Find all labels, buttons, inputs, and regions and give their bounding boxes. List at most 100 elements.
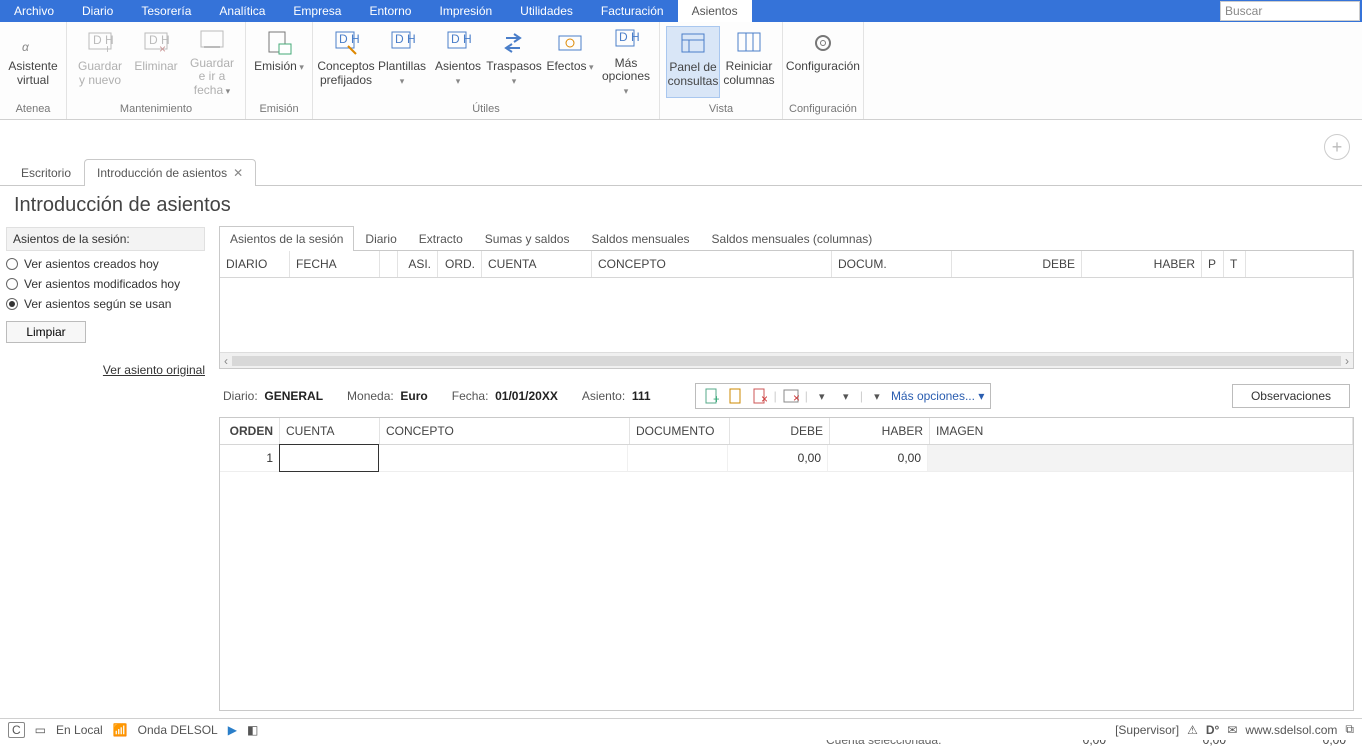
svg-text:D H: D H <box>395 32 416 46</box>
more-options-link[interactable]: Más opciones... ▾ <box>891 389 984 403</box>
subtab-extracto[interactable]: Extracto <box>408 226 474 251</box>
observations-button[interactable]: Observaciones <box>1232 384 1350 408</box>
view-original-link[interactable]: Ver asiento original <box>103 363 205 377</box>
cuenta-input[interactable] <box>279 444 379 472</box>
menu-entorno[interactable]: Entorno <box>355 0 425 22</box>
traspasos-button[interactable]: Traspasos <box>487 26 541 98</box>
conceptos-button[interactable]: D HConceptos prefijados <box>319 26 373 98</box>
sub-tabs: Asientos de la sesión Diario Extracto Su… <box>219 225 1354 251</box>
svg-text:D H: D H <box>619 30 640 44</box>
svg-text:×: × <box>761 392 767 404</box>
doc-del-icon[interactable]: × <box>750 387 770 405</box>
panel-consultas-button[interactable]: Panel de consultas <box>666 26 720 98</box>
menu-facturacion[interactable]: Facturación <box>587 0 678 22</box>
radio-created-today[interactable]: Ver asientos creados hoy <box>6 257 205 271</box>
alpha-icon: α <box>16 28 50 58</box>
group-atenea: Atenea <box>16 103 51 119</box>
subtab-saldos[interactable]: Saldos mensuales <box>580 226 700 251</box>
group-utiles: Útiles <box>472 103 500 119</box>
doc-edit-icon[interactable] <box>726 387 746 405</box>
wifi-icon[interactable]: 📶 <box>113 723 128 737</box>
status-onda: Onda DELSOL <box>138 723 218 737</box>
chart-icon[interactable]: ◧ <box>247 723 258 737</box>
entry-row[interactable]: 1 0,00 0,00 <box>220 445 1353 472</box>
menu-diario[interactable]: Diario <box>68 0 127 22</box>
subtab-sumas[interactable]: Sumas y saldos <box>474 226 581 251</box>
svg-text:D H: D H <box>339 32 360 46</box>
status-local: En Local <box>56 723 103 737</box>
menu-empresa[interactable]: Empresa <box>279 0 355 22</box>
monitor-icon[interactable]: ▭ <box>35 723 46 737</box>
template-icon: D H <box>385 28 419 58</box>
left-panel: Asientos de la sesión: Ver asientos crea… <box>0 221 215 753</box>
play-icon[interactable]: ▶ <box>228 723 237 737</box>
efectos-icon <box>553 28 587 58</box>
print-doc-icon <box>262 28 296 58</box>
svg-text:α: α <box>22 40 30 54</box>
c-icon[interactable]: C <box>8 722 25 738</box>
copy-icon[interactable]: ⧉ <box>1345 722 1354 737</box>
gear-icon <box>806 28 840 58</box>
menu-bar: Archivo Diario Tesorería Analítica Empre… <box>0 0 1362 22</box>
subtab-sesion[interactable]: Asientos de la sesión <box>219 226 354 251</box>
grid-del-icon[interactable]: × <box>781 387 801 405</box>
radio-as-used[interactable]: Ver asientos según se usan <box>6 297 205 311</box>
save-goto-button[interactable]: Guardar e ir a fecha <box>185 26 239 98</box>
menu-asientos[interactable]: Asientos <box>678 0 752 22</box>
close-tab-icon[interactable]: ✕ <box>233 166 243 180</box>
warn-icon[interactable]: ⚠ <box>1187 723 1198 737</box>
delete-icon: D H× <box>139 28 173 58</box>
efectos-button[interactable]: Efectos <box>543 26 597 98</box>
save-plus-icon: D H+ <box>83 28 117 58</box>
asientos-button[interactable]: D HAsientos <box>431 26 485 98</box>
emision-button[interactable]: Emisión <box>252 26 306 98</box>
svg-text:+: + <box>104 42 111 55</box>
status-supervisor: [Supervisor] <box>1115 723 1179 737</box>
entry-info-row: Diario: GENERAL Moneda: Euro Fecha: 01/0… <box>219 369 1354 417</box>
more-options-button[interactable]: D HMás opciones <box>599 26 653 98</box>
assistant-button[interactable]: αAsistente virtual <box>6 26 60 98</box>
group-config: Configuración <box>789 103 857 119</box>
mail-icon[interactable]: ✉ <box>1227 723 1237 737</box>
group-emision: Emisión <box>259 103 298 119</box>
save-new-button[interactable]: D H+Guardar y nuevo <box>73 26 127 98</box>
add-tab-button[interactable]: + <box>1324 134 1350 160</box>
reset-columns-button[interactable]: Reiniciar columnas <box>722 26 776 98</box>
save-goto-icon <box>195 28 229 55</box>
plantillas-button[interactable]: D HPlantillas <box>375 26 429 98</box>
menu-impresion[interactable]: Impresión <box>425 0 506 22</box>
entry-toolbar: + × | × | ▾ ▾ | ▾ Más opciones... ▾ <box>695 383 992 409</box>
left-header: Asientos de la sesión: <box>6 227 205 251</box>
entry-grid[interactable]: ORDEN CUENTA CONCEPTO DOCUMENTO DEBE HAB… <box>219 417 1354 711</box>
tab-introduccion[interactable]: Introducción de asientos✕ <box>84 159 256 186</box>
config-button[interactable]: Configuración <box>796 26 850 98</box>
grid2-header: ORDEN CUENTA CONCEPTO DOCUMENTO DEBE HAB… <box>220 418 1353 445</box>
menu-tesoreria[interactable]: Tesorería <box>127 0 205 22</box>
svg-text:×: × <box>159 42 166 55</box>
tool-b-icon[interactable]: ▾ <box>836 387 856 405</box>
ribbon: αAsistente virtual Atenea D H+Guardar y … <box>0 22 1362 120</box>
clear-button[interactable]: Limpiar <box>6 321 86 343</box>
subtab-diario[interactable]: Diario <box>354 226 407 251</box>
columns-icon <box>732 28 766 58</box>
doc-pencil-icon: D H <box>329 28 363 58</box>
grid1-scrollbar[interactable]: ‹› <box>220 352 1353 368</box>
delete-button[interactable]: D H×Eliminar <box>129 26 183 98</box>
tool-a-icon[interactable]: ▾ <box>812 387 832 405</box>
tool-c-icon[interactable]: ▾ <box>867 387 887 405</box>
tab-escritorio[interactable]: Escritorio <box>8 159 84 186</box>
search-input[interactable]: Buscar <box>1220 1 1360 21</box>
menu-utilidades[interactable]: Utilidades <box>506 0 587 22</box>
session-grid[interactable]: DIARIO FECHA ASI. ORD. CUENTA CONCEPTO D… <box>219 251 1354 369</box>
svg-text:D H: D H <box>451 32 472 46</box>
subtab-saldos-col[interactable]: Saldos mensuales (columnas) <box>701 226 884 251</box>
menu-archivo[interactable]: Archivo <box>0 0 68 22</box>
panel-icon <box>676 29 710 59</box>
menu-analitica[interactable]: Analítica <box>205 0 279 22</box>
doc-more-icon: D H <box>609 28 643 55</box>
status-bar: C ▭ En Local 📶 Onda DELSOL ▶ ◧ [Supervis… <box>0 718 1362 740</box>
d-icon[interactable]: D° <box>1206 723 1219 737</box>
status-web[interactable]: www.sdelsol.com <box>1245 723 1337 737</box>
doc-new-icon[interactable]: + <box>702 387 722 405</box>
radio-modified-today[interactable]: Ver asientos modificados hoy <box>6 277 205 291</box>
